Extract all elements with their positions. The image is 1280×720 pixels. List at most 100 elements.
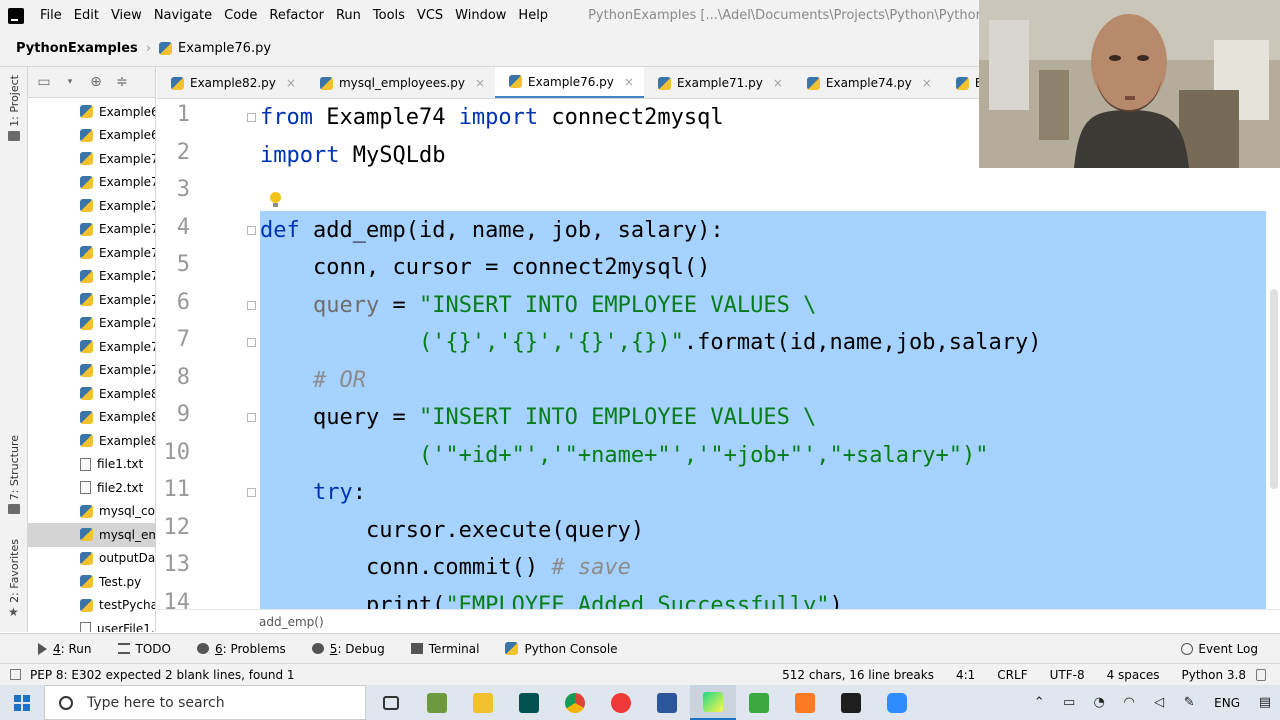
- editor-tab[interactable]: Example71.py ×: [644, 67, 793, 98]
- vivaldi-icon[interactable]: [598, 685, 644, 720]
- tree-item[interactable]: Example71: [28, 171, 155, 195]
- editor-tab[interactable]: mysql_employees.py ×: [306, 67, 495, 98]
- editor-tab[interactable]: Example74.py ×: [793, 67, 942, 98]
- fold-marker-icon[interactable]: [247, 225, 256, 235]
- pen-icon[interactable]: ✎: [1174, 695, 1204, 710]
- debug-tool-button[interactable]: 5: Debug: [311, 642, 385, 656]
- project-tool-tab[interactable]: 1: Project: [4, 75, 24, 141]
- fold-marker-icon[interactable]: [247, 300, 256, 310]
- menu-tools[interactable]: Tools: [367, 8, 411, 23]
- network-icon[interactable]: ◔: [1084, 695, 1114, 710]
- tree-item[interactable]: Example78: [28, 335, 155, 359]
- terminal-tool-button[interactable]: Terminal: [410, 642, 479, 656]
- tree-item[interactable]: mysql_em: [28, 523, 155, 547]
- fold-marker-icon[interactable]: [247, 338, 256, 347]
- indent-setting[interactable]: 4 spaces: [1107, 668, 1160, 682]
- function-crumb[interactable]: add_emp(): [259, 615, 324, 629]
- language-indicator[interactable]: ENG: [1214, 696, 1240, 710]
- close-icon[interactable]: ×: [624, 75, 634, 89]
- python-console-tool-button[interactable]: Python Console: [505, 642, 618, 656]
- tree-item[interactable]: file2.txt: [28, 476, 155, 500]
- menu-window[interactable]: Window: [449, 8, 512, 23]
- close-icon[interactable]: ×: [475, 76, 485, 90]
- toggle-tool-windows-icon[interactable]: [10, 669, 21, 680]
- code-area[interactable]: from Example74 import connect2mysql impor…: [260, 99, 1280, 609]
- tree-item[interactable]: Test.py: [28, 570, 155, 594]
- zoom-icon[interactable]: [874, 685, 920, 720]
- menu-code[interactable]: Code: [218, 8, 263, 23]
- breadcrumb-file[interactable]: Example76.py: [178, 41, 271, 56]
- snipping-tool-icon[interactable]: [414, 685, 460, 720]
- line-separator[interactable]: CRLF: [997, 668, 1027, 682]
- tree-item[interactable]: Example80: [28, 382, 155, 406]
- event-log-button[interactable]: Event Log: [1181, 642, 1258, 656]
- chrome-icon[interactable]: [552, 685, 598, 720]
- tree-item[interactable]: file1.txt: [28, 453, 155, 477]
- pycharm-taskbar-icon[interactable]: [690, 685, 736, 720]
- file-encoding[interactable]: UTF-8: [1050, 668, 1085, 682]
- camtasia-icon[interactable]: [736, 685, 782, 720]
- audition-icon[interactable]: [506, 685, 552, 720]
- xampp-icon[interactable]: [782, 685, 828, 720]
- close-icon[interactable]: ×: [286, 76, 296, 90]
- locate-icon[interactable]: ⊕: [88, 74, 104, 90]
- close-icon[interactable]: ×: [922, 76, 932, 90]
- scrollbar-thumb[interactable]: [1270, 289, 1278, 489]
- tree-item[interactable]: Example68: [28, 100, 155, 124]
- tree-item[interactable]: outputDat: [28, 547, 155, 571]
- project-view-icon[interactable]: ▭: [36, 74, 52, 90]
- tree-item[interactable]: mysql_cor: [28, 500, 155, 524]
- code-editor[interactable]: 1 2 3 4 5 6 7 8 9 10 11 12 13 14 from Example74 impor…: [157, 99, 1280, 609]
- start-button[interactable]: [0, 685, 44, 720]
- menu-run[interactable]: Run: [330, 8, 367, 23]
- tree-item[interactable]: Example77: [28, 312, 155, 336]
- menu-file[interactable]: File: [34, 8, 68, 23]
- tree-item[interactable]: Example74: [28, 241, 155, 265]
- favorites-tool-tab[interactable]: 2: Favorites ★: [4, 539, 24, 618]
- tree-item[interactable]: userFile1.t: [28, 617, 155, 632]
- tree-item[interactable]: Example79: [28, 359, 155, 383]
- problems-tool-button[interactable]: 6: Problems: [196, 642, 286, 656]
- tree-item[interactable]: Example69: [28, 124, 155, 148]
- editor-scrollbar[interactable]: [1266, 169, 1280, 609]
- task-view-icon[interactable]: [368, 685, 414, 720]
- lock-icon[interactable]: [1256, 669, 1266, 681]
- close-icon[interactable]: ×: [773, 76, 783, 90]
- editor-tab[interactable]: Example76.py ×: [495, 67, 644, 98]
- tree-item[interactable]: Example76: [28, 288, 155, 312]
- word-icon[interactable]: [644, 685, 690, 720]
- editor-breadcrumb[interactable]: add_emp(): [157, 609, 1280, 633]
- breadcrumb-project[interactable]: PythonExamples: [16, 41, 138, 56]
- todo-tool-button[interactable]: TODO: [117, 642, 171, 656]
- menu-edit[interactable]: Edit: [68, 8, 105, 23]
- fold-marker-icon[interactable]: [247, 413, 256, 422]
- python-interpreter[interactable]: Python 3.8: [1182, 668, 1247, 682]
- tree-item[interactable]: Example75: [28, 265, 155, 289]
- wifi-icon[interactable]: ◠: [1114, 695, 1144, 710]
- structure-tool-tab[interactable]: 7: Structure: [4, 435, 24, 515]
- chevron-up-icon[interactable]: ⌃: [1024, 695, 1054, 710]
- file-explorer-icon[interactable]: [460, 685, 506, 720]
- dropdown-icon[interactable]: ▾: [62, 75, 78, 89]
- editor-tab[interactable]: Example75.p: [942, 67, 980, 98]
- tree-item[interactable]: Example81: [28, 406, 155, 430]
- fold-marker-icon[interactable]: [247, 488, 256, 497]
- menu-navigate[interactable]: Navigate: [148, 8, 218, 23]
- tree-item[interactable]: Example82: [28, 429, 155, 453]
- tree-item[interactable]: Example72: [28, 194, 155, 218]
- taskbar-search[interactable]: Type here to search: [44, 685, 366, 720]
- battery-icon[interactable]: ▭: [1054, 695, 1084, 710]
- notifications-icon[interactable]: ▤: [1250, 695, 1280, 710]
- tree-item[interactable]: Example70: [28, 147, 155, 171]
- menu-vcs[interactable]: VCS: [411, 8, 449, 23]
- fold-marker-icon[interactable]: [247, 113, 256, 122]
- editor-tab[interactable]: Example82.py ×: [157, 67, 306, 98]
- menu-view[interactable]: View: [105, 8, 148, 23]
- tree-item[interactable]: Example73: [28, 218, 155, 242]
- terminal-app-icon[interactable]: [828, 685, 874, 720]
- tree-item[interactable]: testPychar: [28, 594, 155, 618]
- menu-refactor[interactable]: Refactor: [263, 8, 330, 23]
- caret-position[interactable]: 4:1: [956, 668, 975, 682]
- volume-icon[interactable]: ◁: [1144, 695, 1174, 710]
- collapse-icon[interactable]: ≑: [114, 74, 130, 90]
